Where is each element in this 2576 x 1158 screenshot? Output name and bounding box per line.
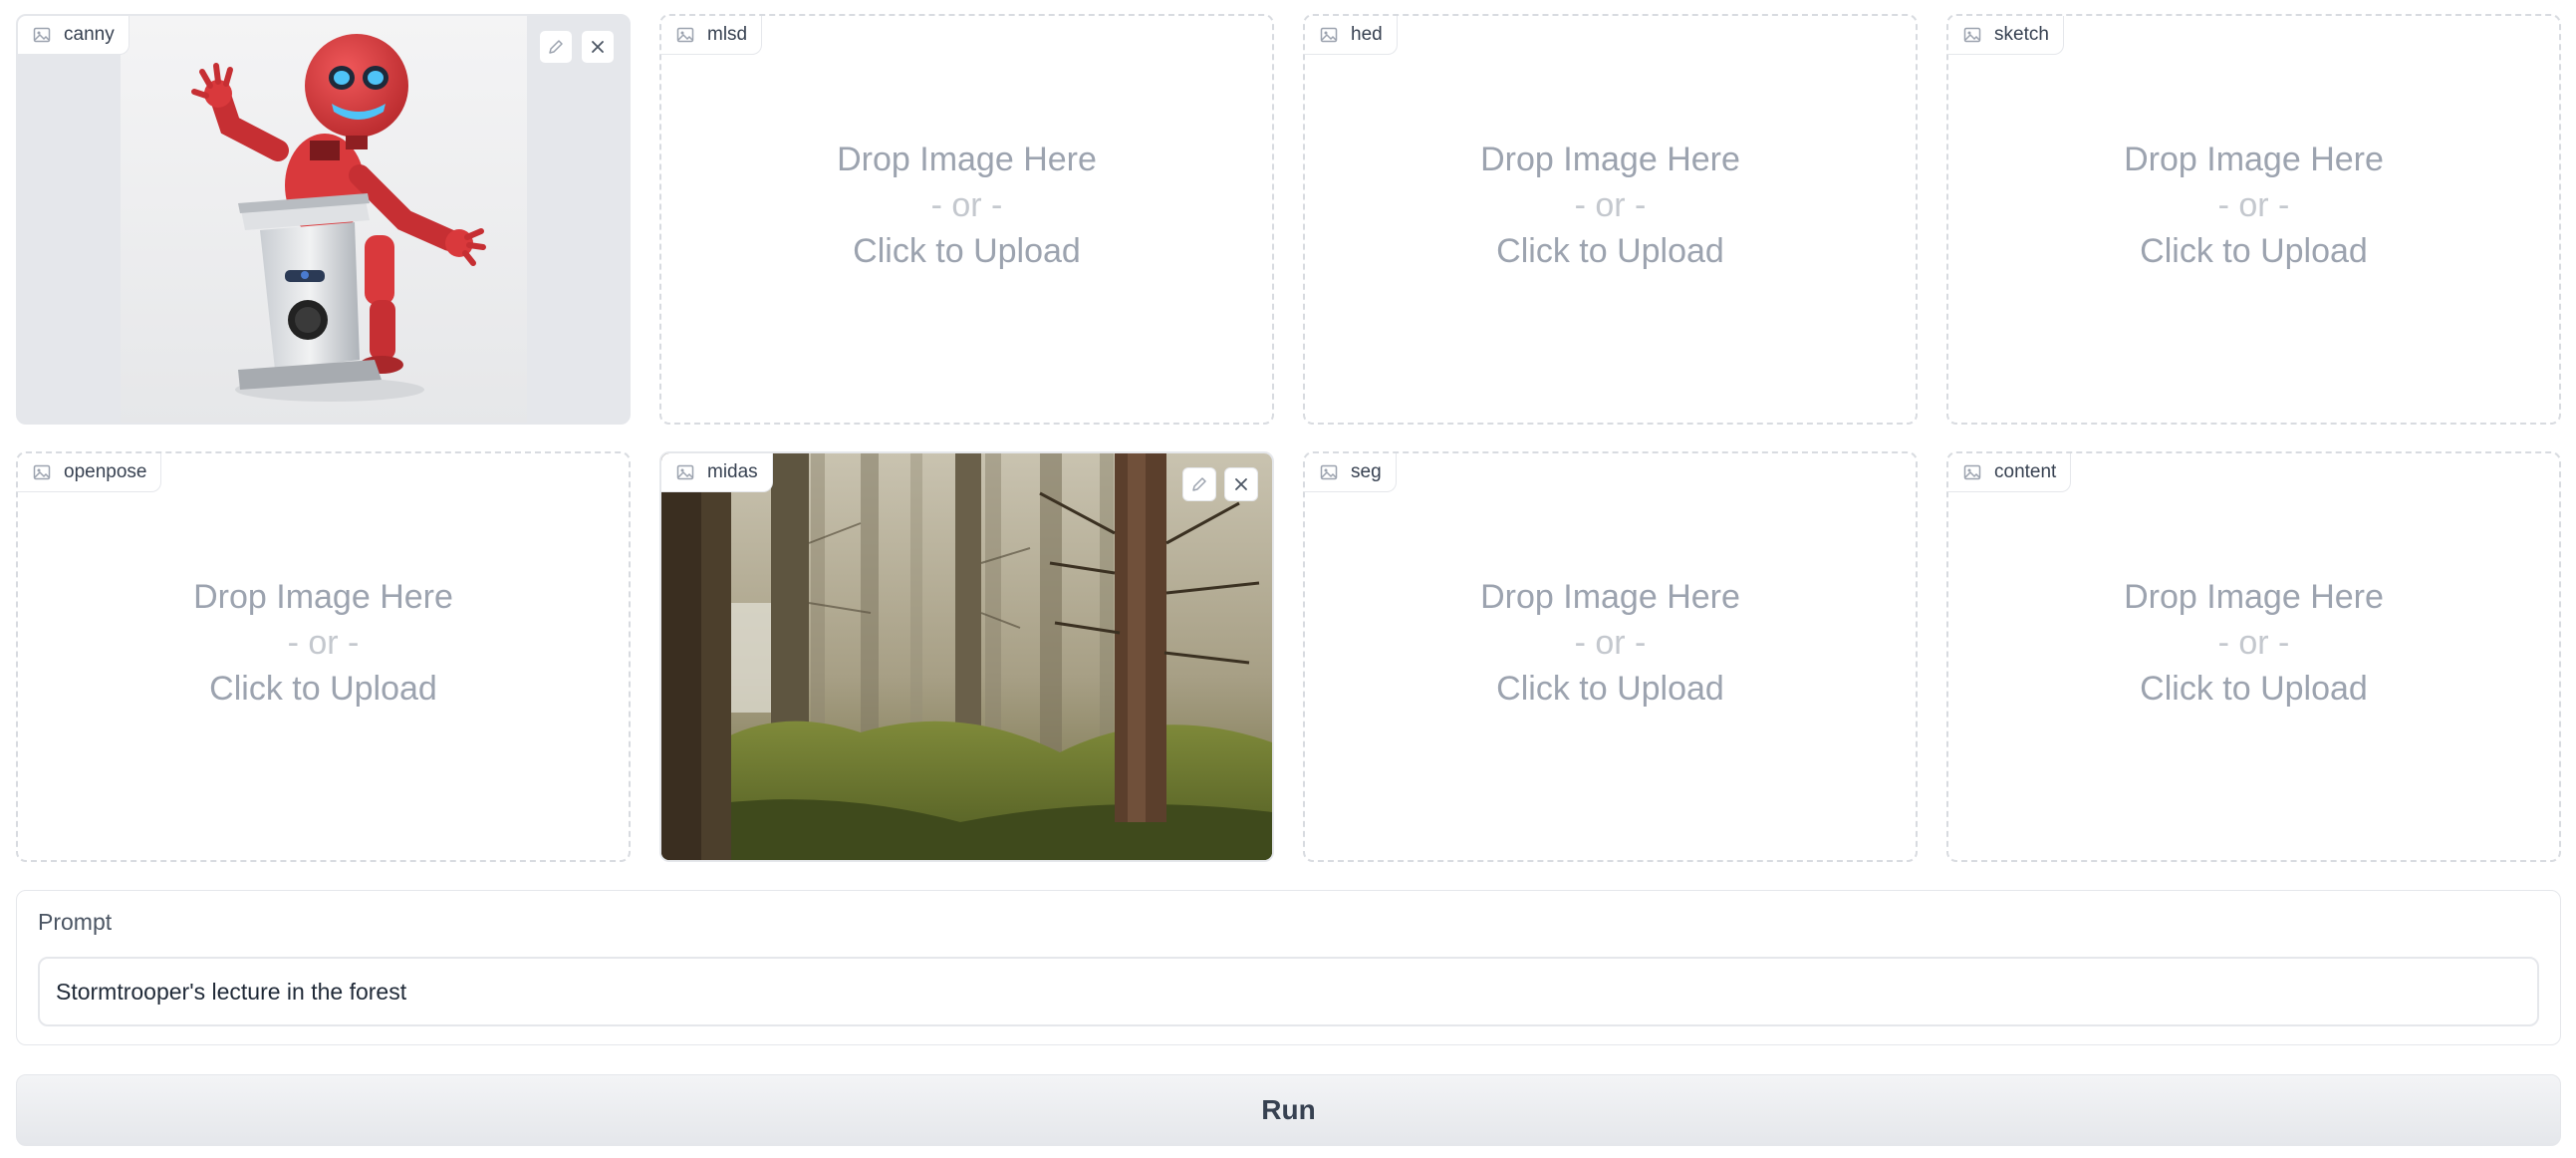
image-label-tag: sketch	[1948, 16, 2064, 55]
dropzone-line: Click to Upload	[2140, 670, 2368, 708]
image-input-midas[interactable]: midas	[659, 451, 1274, 862]
image-input-openpose[interactable]: openpose Drop Image Here - or - Click to…	[16, 451, 631, 862]
image-label-text: midas	[707, 461, 758, 482]
image-label-text: openpose	[64, 461, 147, 482]
image-input-mlsd[interactable]: mlsd Drop Image Here - or - Click to Upl…	[659, 14, 1274, 425]
image-icon	[1319, 25, 1339, 45]
image-tools	[539, 30, 615, 64]
run-button[interactable]: Run	[16, 1074, 2561, 1146]
image-icon	[1319, 462, 1339, 482]
dropzone-line: Drop Image Here	[2124, 141, 2384, 178]
image-input-sketch[interactable]: sketch Drop Image Here - or - Click to U…	[1946, 14, 2561, 425]
dropzone-or: - or -	[2217, 624, 2290, 662]
dropzone-line: Click to Upload	[1496, 670, 1724, 708]
clear-image-button[interactable]	[1224, 467, 1258, 501]
image-input-canny[interactable]: canny	[16, 14, 631, 425]
image-label-text: hed	[1351, 24, 1383, 45]
image-icon	[1962, 25, 1982, 45]
image-input-grid: canny mlsd Drop Image Here - or - Click …	[16, 14, 2561, 862]
dropzone-line: Click to Upload	[209, 670, 437, 708]
image-icon	[675, 25, 695, 45]
image-label-tag: openpose	[18, 453, 162, 492]
dropzone-line: Click to Upload	[853, 232, 1081, 270]
image-input-seg[interactable]: seg Drop Image Here - or - Click to Uplo…	[1303, 451, 1918, 862]
image-tools	[1182, 467, 1258, 501]
image-icon	[675, 462, 695, 482]
dropzone-or: - or -	[930, 186, 1003, 224]
upload-dropzone[interactable]: Drop Image Here - or - Click to Upload	[1948, 453, 2559, 860]
image-label-tag: canny	[18, 16, 129, 55]
dropzone-or: - or -	[1574, 624, 1647, 662]
pencil-icon	[546, 37, 566, 57]
uploaded-image-robot	[121, 16, 527, 423]
upload-dropzone[interactable]: Drop Image Here - or - Click to Upload	[1305, 453, 1916, 860]
image-input-content[interactable]: content Drop Image Here - or - Click to …	[1946, 451, 2561, 862]
image-icon	[32, 462, 52, 482]
edit-button[interactable]	[1182, 467, 1216, 501]
dropzone-or: - or -	[1574, 186, 1647, 224]
dropzone-line: Click to Upload	[2140, 232, 2368, 270]
dropzone-line: Drop Image Here	[1480, 578, 1740, 616]
upload-dropzone[interactable]: Drop Image Here - or - Click to Upload	[1948, 16, 2559, 423]
upload-dropzone[interactable]: Drop Image Here - or - Click to Upload	[661, 16, 1272, 423]
dropzone-or: - or -	[287, 624, 360, 662]
close-icon	[588, 37, 608, 57]
image-label-tag: seg	[1305, 453, 1397, 492]
image-label-text: mlsd	[707, 24, 748, 45]
edit-button[interactable]	[539, 30, 573, 64]
image-label-tag: content	[1948, 453, 2072, 492]
image-label-tag: hed	[1305, 16, 1398, 55]
prompt-panel: Prompt	[16, 890, 2561, 1045]
image-label-text: sketch	[1994, 24, 2049, 45]
image-icon	[1962, 462, 1982, 482]
prompt-input[interactable]	[38, 957, 2539, 1026]
dropzone-line: Drop Image Here	[1480, 141, 1740, 178]
dropzone-line: Drop Image Here	[2124, 578, 2384, 616]
close-icon	[1231, 474, 1251, 494]
image-input-hed[interactable]: hed Drop Image Here - or - Click to Uplo…	[1303, 14, 1918, 425]
pencil-icon	[1189, 474, 1209, 494]
image-label-text: canny	[64, 24, 115, 45]
upload-dropzone[interactable]: Drop Image Here - or - Click to Upload	[1305, 16, 1916, 423]
image-label-text: content	[1994, 461, 2057, 482]
image-label-tag: midas	[661, 453, 773, 492]
image-label-tag: mlsd	[661, 16, 763, 55]
clear-image-button[interactable]	[581, 30, 615, 64]
dropzone-or: - or -	[2217, 186, 2290, 224]
upload-dropzone[interactable]: Drop Image Here - or - Click to Upload	[18, 453, 629, 860]
uploaded-image-forest	[661, 453, 1272, 860]
dropzone-line: Drop Image Here	[193, 578, 453, 616]
image-label-text: seg	[1351, 461, 1382, 482]
prompt-label: Prompt	[38, 909, 113, 935]
image-icon	[32, 25, 52, 45]
dropzone-line: Drop Image Here	[837, 141, 1097, 178]
dropzone-line: Click to Upload	[1496, 232, 1724, 270]
